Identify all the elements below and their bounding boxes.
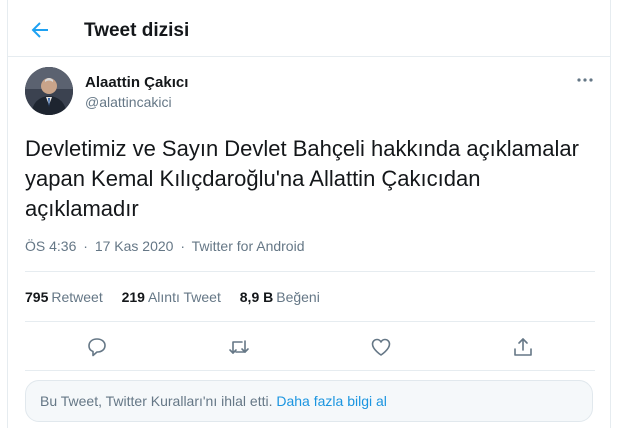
retweet-icon[interactable]: [227, 335, 251, 359]
meta-separator: ·: [180, 238, 186, 254]
quote-tweet-count[interactable]: 219 Alıntı Tweet: [122, 289, 221, 305]
back-arrow-icon[interactable]: [28, 18, 52, 42]
meta-separator: ·: [83, 238, 88, 254]
share-icon[interactable]: [511, 335, 535, 359]
page-title: Tweet dizisi: [84, 20, 190, 41]
like-count[interactable]: 8,9 B Beğeni: [240, 289, 320, 305]
retweet-count[interactable]: 795 Retweet: [25, 289, 103, 305]
divider: [25, 370, 595, 371]
tweet-date[interactable]: 17 Kas 2020: [95, 238, 174, 254]
tweet-text-line: açıklamadır: [25, 196, 139, 221]
more-options-icon[interactable]: [575, 70, 595, 90]
page-header: Tweet dizisi: [8, 0, 610, 57]
tweet-meta: ÖS 4:36 · 17 Kas 2020 · Twitter for Andr…: [25, 238, 304, 254]
tweet-source[interactable]: Twitter for Android: [192, 238, 305, 254]
tweet-text-line: Devletimiz ve Sayın Devlet Bahçeli hakkı…: [25, 136, 579, 161]
divider: [25, 321, 595, 322]
notice-text: Bu Tweet, Twitter Kuralları'nı ihlal ett…: [40, 393, 273, 409]
tweet-column: Tweet dizisi Alaattin Çakıcı @alattincak…: [7, 0, 611, 428]
tweet-text-line: yapan Kemal Kılıçdaroğlu'na Allattin Çak…: [25, 166, 481, 191]
divider: [25, 271, 595, 272]
learn-more-link[interactable]: Daha fazla bilgi al: [276, 393, 387, 409]
author-handle[interactable]: @alattincakici: [85, 94, 172, 110]
tweet-stats: 795 Retweet 219 Alıntı Tweet 8,9 B Beğeni: [25, 289, 335, 305]
reply-icon[interactable]: [85, 335, 109, 359]
rule-violation-notice: Bu Tweet, Twitter Kuralları'nı ihlal ett…: [25, 380, 593, 422]
tweet-time[interactable]: ÖS 4:36: [25, 238, 76, 254]
author-name[interactable]: Alaattin Çakıcı: [85, 74, 188, 91]
tweet-text: Devletimiz ve Sayın Devlet Bahçeli hakkı…: [25, 134, 605, 224]
like-icon[interactable]: [369, 335, 393, 359]
avatar[interactable]: [25, 67, 73, 115]
